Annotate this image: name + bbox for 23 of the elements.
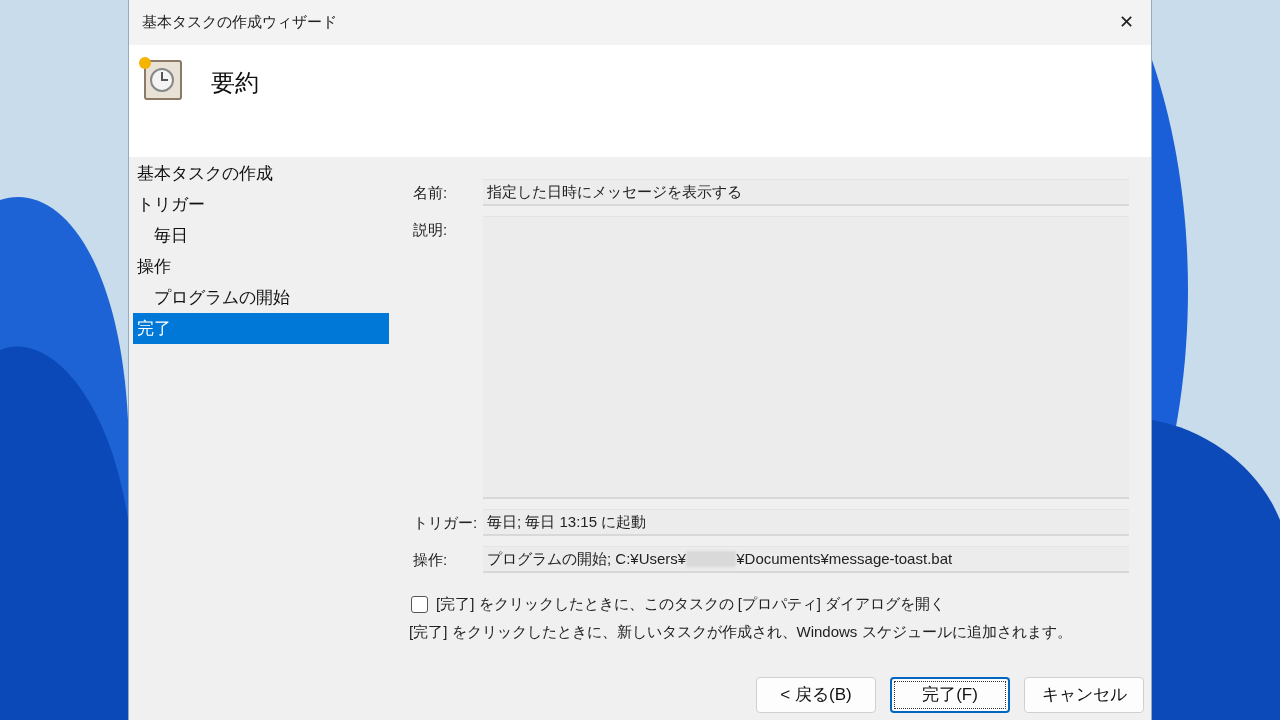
checkbox[interactable] [411, 595, 428, 613]
nav-item[interactable]: トリガー [133, 189, 389, 220]
dialog-button[interactable]: 完了(F) [890, 677, 1010, 713]
readonly-field: プログラムの開始; C:¥Users¥ ¥Documents¥message-toast.bat [483, 546, 1129, 573]
field-label: 操作: [413, 550, 449, 570]
window-title: 基本タスクの作成ウィザード [142, 12, 337, 33]
readonly-field: 指定した日時にメッセージを表示する [483, 179, 1129, 206]
nav-item[interactable]: 基本タスクの作成 [133, 158, 389, 189]
field-label: 説明: [413, 220, 449, 240]
checkbox-label: [完了] をクリックしたときに、このタスクの [プロパティ] ダイアログを開く [436, 594, 946, 614]
dialog-button[interactable]: < 戻る(B) [756, 677, 876, 713]
nav-item[interactable]: 毎日 [133, 220, 389, 251]
nav-item[interactable]: 操作 [133, 251, 389, 282]
close-button[interactable]: ✕ [1101, 0, 1151, 45]
page-heading: 要約 [211, 68, 259, 98]
field-label: 名前: [413, 183, 449, 203]
field-label: トリガー: [413, 513, 479, 533]
nav-item[interactable]: 完了 [133, 313, 389, 344]
readonly-field: 毎日; 毎日 13:15 に起動 [483, 509, 1129, 536]
nav-item[interactable]: プログラムの開始 [133, 282, 389, 313]
info-text: [完了] をクリックしたときに、新しいタスクが作成され、Windows スケジュールに追加されます。 [409, 621, 1073, 642]
calendar-clock-icon [137, 55, 185, 103]
dialog-button[interactable]: キャンセル [1024, 677, 1144, 713]
